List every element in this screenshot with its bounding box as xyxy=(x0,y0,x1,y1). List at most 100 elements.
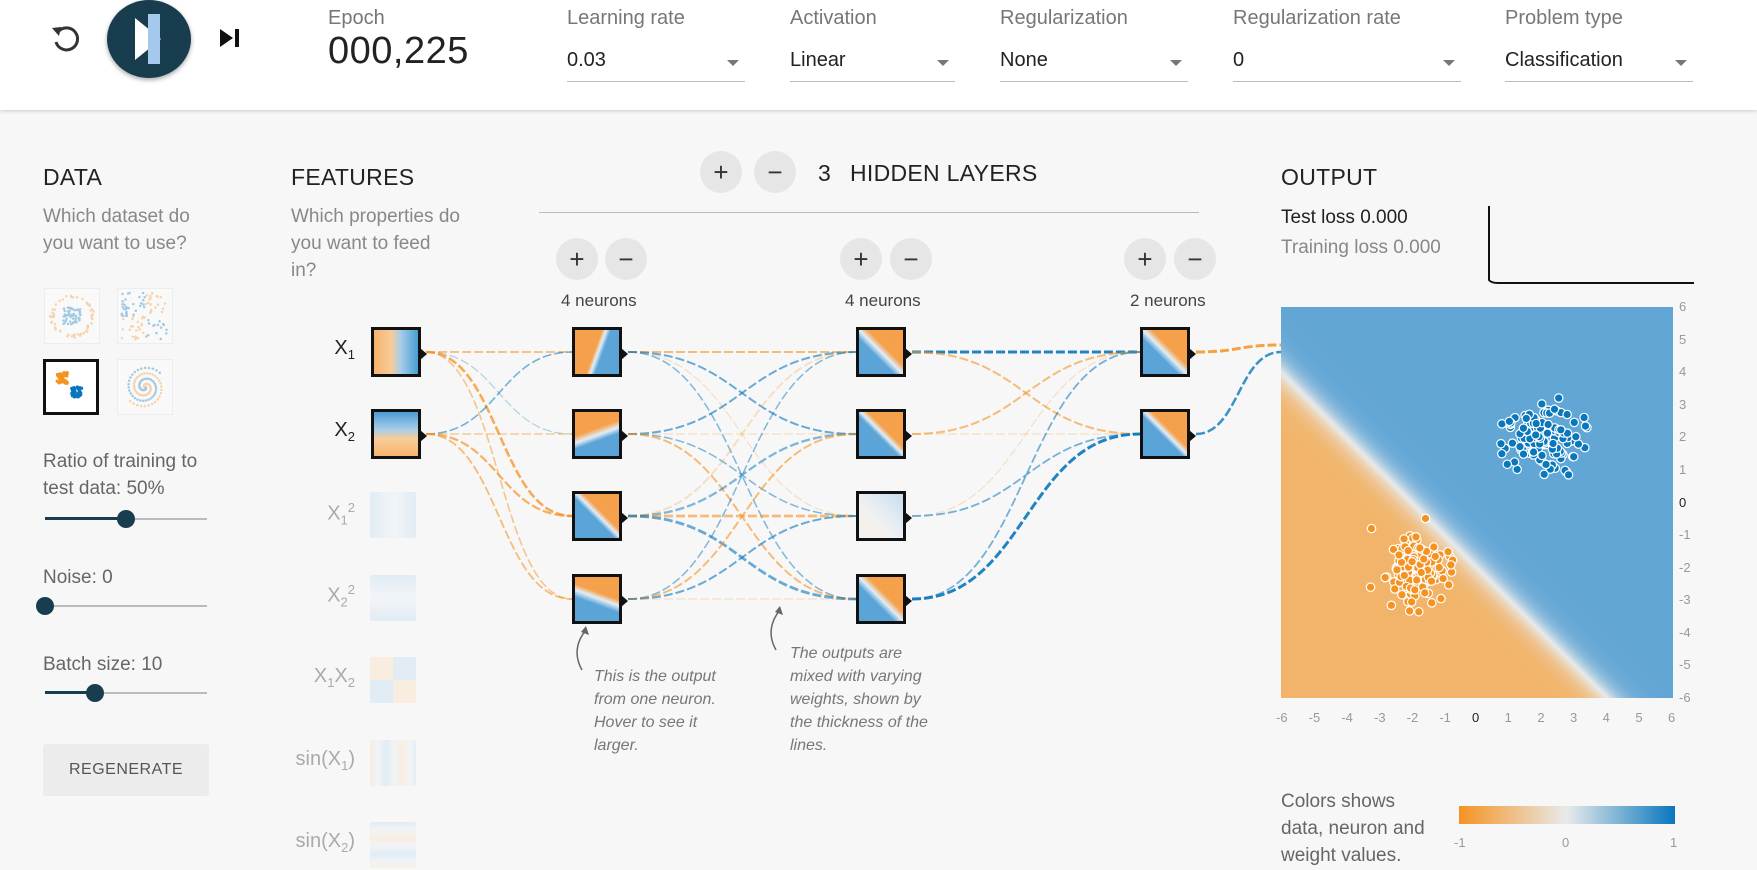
weight-link-input-to-l1[interactable] xyxy=(425,433,573,600)
top-controls-bar: Epoch 000,225 Learning rate 0.03 Activat… xyxy=(0,0,1757,110)
dataset-gaussian-thumbnail[interactable] xyxy=(43,359,99,415)
feature-node-x1x2[interactable] xyxy=(370,657,416,703)
feature-node-x1-squared[interactable] xyxy=(370,492,416,538)
weight-link-l1-to-l2[interactable] xyxy=(627,432,857,518)
remove-neuron-button-layer3[interactable]: − xyxy=(1174,238,1216,280)
hint-weights-text: The outputs are mixed with varying weigh… xyxy=(790,645,928,754)
regularization-rate-select[interactable]: 0 xyxy=(1233,44,1461,82)
y-tick-label: -6 xyxy=(1679,690,1691,705)
weight-link-l1-to-l2[interactable] xyxy=(627,351,857,435)
y-tick-label: -3 xyxy=(1679,592,1691,608)
remove-neuron-button-layer1[interactable]: − xyxy=(605,238,647,280)
y-tick-label: 3 xyxy=(1679,396,1687,412)
layer3-neuron-count: 2 neurons xyxy=(1130,291,1206,310)
weight-link-l1-to-l2[interactable] xyxy=(627,515,857,600)
weight-link-input-to-l1[interactable] xyxy=(425,351,573,600)
regularization-value: None xyxy=(1000,49,1048,71)
weight-link-l2-to-l3[interactable] xyxy=(911,351,1141,435)
feature-node-sin-x1[interactable] xyxy=(370,740,416,786)
problem-type-select[interactable]: Classification xyxy=(1505,44,1693,82)
feature-label-sin-x1: sin(X1) xyxy=(295,748,355,773)
learning-rate-select[interactable]: 0.03 xyxy=(567,44,745,82)
weight-link-l1-to-l2[interactable] xyxy=(627,351,857,435)
y-tick-label: -1 xyxy=(1679,527,1691,543)
weight-link-input-to-l1[interactable] xyxy=(425,351,573,435)
remove-layer-button[interactable]: − xyxy=(754,151,796,193)
weight-link-l1-to-l2[interactable] xyxy=(627,351,857,517)
neuron-l3-1[interactable] xyxy=(1140,327,1196,377)
feature-label-x1: X1 xyxy=(334,337,355,362)
neuron-l2-1[interactable] xyxy=(856,327,912,377)
dataset-spiral-thumbnail[interactable] xyxy=(117,359,173,415)
feature-node-x1[interactable] xyxy=(371,327,427,377)
ratio-slider[interactable] xyxy=(45,509,207,529)
y-tick-label: 6 xyxy=(1679,299,1687,314)
regularization-select[interactable]: None xyxy=(1000,44,1188,82)
chevron-down-icon xyxy=(937,60,949,66)
batch-size-slider[interactable] xyxy=(45,683,207,703)
noise-label: Noise: 0 xyxy=(43,567,113,588)
weight-link-l1-to-l2[interactable] xyxy=(627,351,857,600)
x-tick-label: -4 xyxy=(1341,710,1353,725)
activation-value: Linear xyxy=(790,49,846,71)
chevron-down-icon xyxy=(1170,60,1182,66)
hint-neuron-output: This is the output from one neuron. Hove… xyxy=(594,665,734,757)
output-title: OUTPUT xyxy=(1281,164,1378,190)
dataset-circle-thumbnail[interactable] xyxy=(44,288,100,344)
y-tick-label: -5 xyxy=(1679,657,1691,673)
weight-link-l2-to-l3[interactable] xyxy=(911,351,1141,600)
regularization-rate-value: 0 xyxy=(1233,49,1245,71)
weight-link-l1-to-l2[interactable] xyxy=(627,433,857,600)
feature-node-sin-x2[interactable] xyxy=(370,822,416,868)
weight-link-l1-to-l2[interactable] xyxy=(627,433,857,517)
activation-select[interactable]: Linear xyxy=(790,44,955,82)
weight-link-input-to-l1[interactable] xyxy=(425,351,573,435)
neuron-l1-4[interactable] xyxy=(572,574,628,624)
neuron-l2-3[interactable] xyxy=(856,491,912,541)
neuron-l1-3[interactable] xyxy=(572,491,628,541)
legend-max-label: 1 xyxy=(1670,835,1678,850)
weight-link-l1-to-l2[interactable] xyxy=(627,433,857,600)
x-tick-label: 6 xyxy=(1668,710,1676,725)
weight-link-l2-to-l3[interactable] xyxy=(911,433,1141,517)
weight-link-input-to-l1[interactable] xyxy=(425,350,573,518)
slider-handle[interactable] xyxy=(36,597,54,615)
slider-handle[interactable] xyxy=(117,510,135,528)
output-heatmap[interactable] xyxy=(1281,307,1673,698)
data-title: DATA xyxy=(43,164,103,190)
neuron-l1-1[interactable] xyxy=(572,327,628,377)
data-subtitle: Which dataset do you want to use? xyxy=(43,206,190,254)
add-neuron-button-layer2[interactable]: + xyxy=(840,238,882,280)
weight-link-l1-to-l2[interactable] xyxy=(627,351,857,517)
add-neuron-button-layer3[interactable]: + xyxy=(1124,238,1166,280)
weight-link-l3-to-output[interactable] xyxy=(1195,350,1282,436)
add-layer-button[interactable]: + xyxy=(700,151,742,193)
epoch-label: Epoch xyxy=(328,7,385,29)
pause-button[interactable] xyxy=(107,0,191,78)
feature-node-x2-squared[interactable] xyxy=(370,575,416,621)
noise-slider[interactable] xyxy=(36,596,207,616)
weight-link-l1-to-l2[interactable] xyxy=(627,514,857,601)
neuron-l2-2[interactable] xyxy=(856,409,912,459)
feature-node-x2[interactable] xyxy=(371,409,427,459)
weight-link-l3-to-output[interactable] xyxy=(1195,343,1282,354)
feature-label-sin-x2: sin(X2) xyxy=(295,830,355,855)
weight-link-l2-to-l3[interactable] xyxy=(911,432,1141,601)
regenerate-button[interactable]: REGENERATE xyxy=(43,744,209,796)
weight-link-l1-to-l2[interactable] xyxy=(627,351,857,600)
legend-min-label: -1 xyxy=(1454,835,1466,850)
neuron-l1-2[interactable] xyxy=(572,409,628,459)
step-icon[interactable] xyxy=(214,22,246,54)
neuron-l3-2[interactable] xyxy=(1140,409,1196,459)
weight-link-l2-to-l3[interactable] xyxy=(911,351,1141,435)
weight-link-l2-to-l3[interactable] xyxy=(911,351,1141,517)
x-tick-label: 5 xyxy=(1635,710,1643,725)
neuron-l2-4[interactable] xyxy=(856,574,912,624)
dataset-xor-thumbnail[interactable] xyxy=(117,288,173,344)
remove-neuron-button-layer2[interactable]: − xyxy=(890,238,932,280)
add-neuron-button-layer1[interactable]: + xyxy=(556,238,598,280)
reset-icon[interactable] xyxy=(48,20,84,56)
y-tick-label: 5 xyxy=(1679,331,1687,347)
slider-handle[interactable] xyxy=(86,684,105,702)
weight-link-input-to-l1[interactable] xyxy=(425,432,573,518)
